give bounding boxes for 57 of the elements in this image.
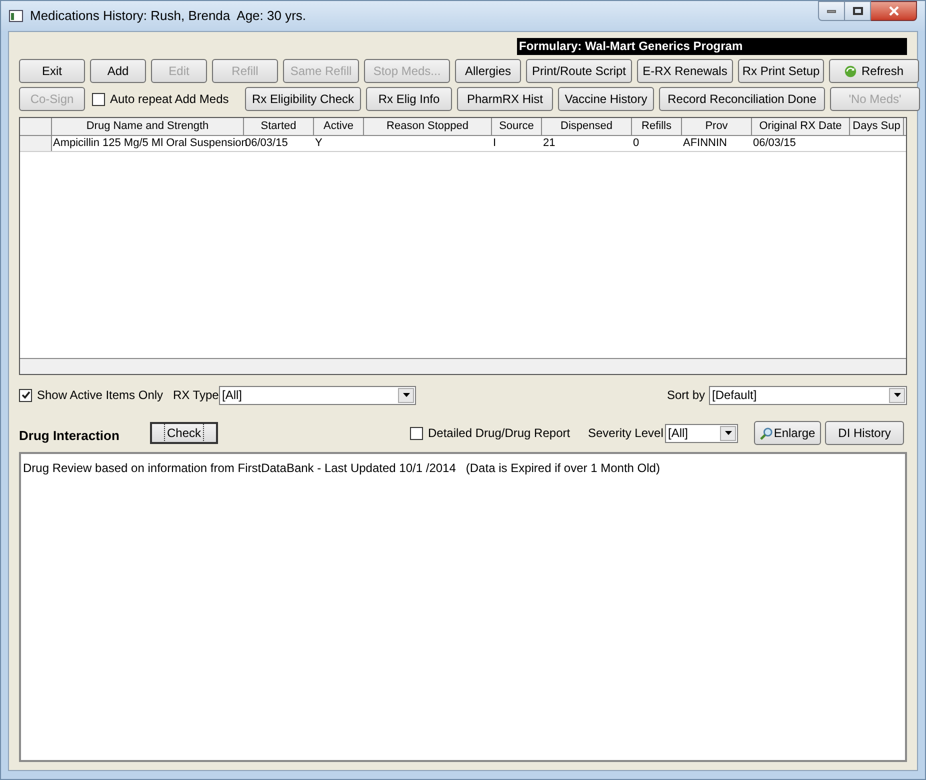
table-cell-text: I (492, 136, 498, 151)
interaction-text: Drug Review based on information from FirstDataBank - Last Updated 10/1 /2014 (Data is Expired if over 1 Month Old) (23, 461, 660, 475)
rx-type-dropdown[interactable]: [All] (219, 386, 416, 404)
table-cell-text: 06/03/15 (752, 136, 797, 151)
table-cell-text: AFINNIN (682, 136, 728, 151)
rx-type-label: RX Type (173, 387, 219, 404)
column-header[interactable]: Original RX Date (752, 118, 850, 135)
table-cell-text: 0 (632, 136, 640, 151)
column-header[interactable]: Active (314, 118, 364, 135)
column-header[interactable]: Prov (682, 118, 752, 135)
magnifier-icon (760, 426, 773, 440)
checkbox[interactable] (19, 388, 32, 402)
horizontal-scrollbar[interactable] (20, 358, 906, 374)
enlarge-button[interactable]: Enlarge (754, 421, 821, 445)
column-header[interactable]: Started (244, 118, 314, 135)
table-cell-text: 21 (542, 136, 556, 151)
column-header[interactable]: Days Sup (850, 118, 904, 135)
severity-label: Severity Level (588, 425, 664, 442)
refresh-icon (844, 64, 858, 78)
table-cell-text: Y (314, 136, 324, 151)
maximize-button[interactable] (845, 1, 871, 21)
sort-by-dropdown[interactable]: [Default] (709, 386, 907, 404)
toolbar-button[interactable]: Record Reconciliation Done (659, 87, 825, 111)
toolbar-button[interactable]: Add (90, 59, 146, 83)
checkbox-label: Show Active Items Only (37, 387, 164, 404)
toolbar-button[interactable]: Rx Print Setup (738, 59, 824, 83)
checkbox-label: Auto repeat Add Meds (110, 91, 229, 108)
column-header[interactable]: Refills (632, 118, 682, 135)
toolbar-button[interactable]: E-RX Renewals (637, 59, 733, 83)
di-history-button[interactable]: DI History (825, 421, 904, 445)
toolbar-button[interactable]: Allergies (455, 59, 521, 83)
row-selector[interactable] (20, 136, 52, 151)
close-icon (888, 6, 900, 16)
window-title: Medications History: Rush, Brenda Age: 30 yrs. (30, 7, 306, 26)
toolbar-button[interactable]: Vaccine History (558, 87, 654, 111)
minimize-button[interactable] (818, 1, 845, 21)
checkbox[interactable] (410, 426, 423, 440)
formulary-banner: Formulary: Wal-Mart Generics Program (517, 38, 907, 55)
column-header[interactable]: Reason Stopped (364, 118, 492, 135)
interaction-text-area[interactable]: Drug Review based on information from FirstDataBank - Last Updated 10/1 /2014 (Data is Expired if over 1 Month Old) (19, 452, 907, 762)
toolbar-button[interactable]: Exit (19, 59, 85, 83)
column-header[interactable]: Drug Name and Strength (52, 118, 244, 135)
sort-by-label: Sort by (666, 387, 705, 404)
close-button[interactable] (871, 1, 917, 21)
severity-dropdown[interactable]: [All] (665, 424, 738, 442)
column-header[interactable]: Dispensed (542, 118, 632, 135)
column-header[interactable]: Source (492, 118, 542, 135)
toolbar-button[interactable]: Rx Eligibility Check (245, 87, 361, 111)
checkbox-label: Detailed Drug/Drug Report (428, 425, 570, 442)
toolbar-button[interactable]: Rx Elig Info (366, 87, 452, 111)
app-icon (9, 9, 23, 23)
toolbar-button[interactable]: Print/Route Script (526, 59, 632, 83)
check-button[interactable]: Check (150, 422, 218, 444)
toolbar-button[interactable]: PharmRX Hist (457, 87, 553, 111)
checkbox[interactable] (92, 92, 105, 106)
refresh-button[interactable]: Refresh (829, 59, 919, 83)
section-title: Drug Interaction (19, 426, 120, 445)
